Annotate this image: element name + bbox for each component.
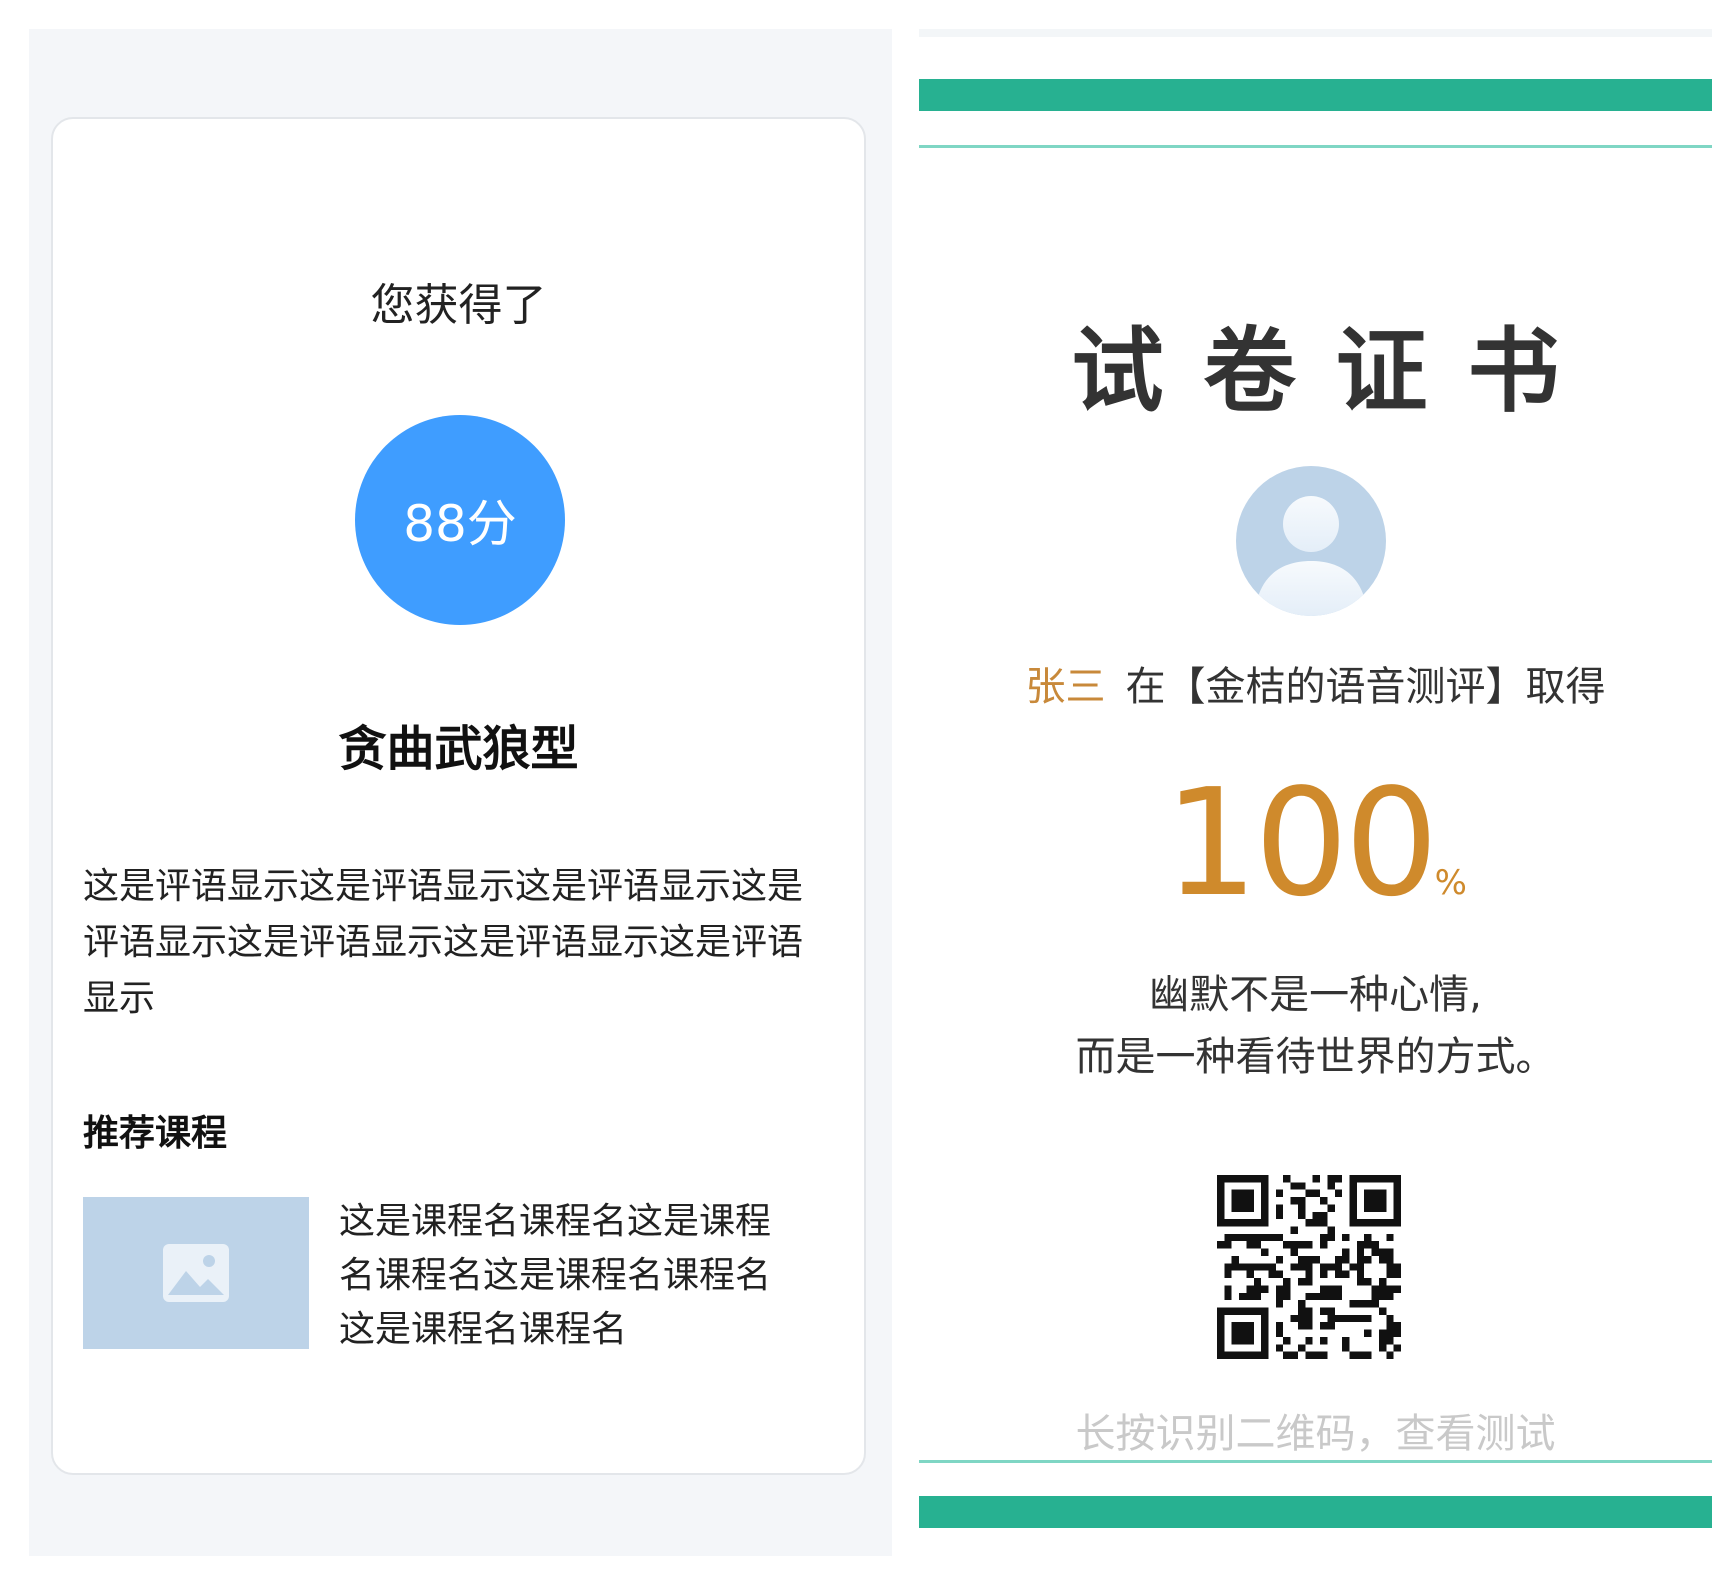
- comment-text: 这是评语显示这是评语显示这是评语显示这是评语显示这是评语显示这是评语显示这是评语…: [83, 866, 804, 1019]
- certificate-quote: 幽默不是一种心情, 而是一种看待世界的方式。: [919, 964, 1712, 1088]
- image-placeholder-icon: [163, 1244, 229, 1302]
- qr-code-icon[interactable]: [1217, 1175, 1401, 1359]
- course-name[interactable]: 这是课程名课程名这是课程名课程名这是课程名课程名这是课程名课程名: [339, 1195, 779, 1357]
- certificate-title: 试卷证书: [1071, 317, 1600, 425]
- course-thumbnail[interactable]: [83, 1197, 309, 1349]
- top-thin-stripe: [919, 145, 1712, 148]
- top-divider: [919, 29, 1712, 37]
- course-list-item[interactable]: 这是课程名课程名这是课程名课程名这是课程名课程名这是课程名课程名: [83, 1197, 843, 1357]
- quote-line-2: 而是一种看待世界的方式。: [1075, 1034, 1556, 1080]
- score-circle: 88分: [355, 415, 565, 625]
- qr-caption: 长按识别二维码，查看测试: [1075, 1411, 1556, 1457]
- recommend-courses-title: 推荐课程: [83, 1113, 228, 1154]
- bottom-thin-stripe: [919, 1460, 1712, 1463]
- bottom-green-stripe: [919, 1496, 1712, 1528]
- result-type-title: 贪曲武狼型: [338, 721, 579, 777]
- quote-line-1: 幽默不是一种心情,: [1149, 972, 1482, 1018]
- score-value: 88分: [403, 495, 517, 553]
- certificate-statement-text: 在【金桔的语音测评】取得: [1125, 664, 1606, 710]
- certificate-panel: 试卷证书 张三 在【金桔的语音测评】取得 100% 幽默不是一种心情, 而是一种看…: [919, 29, 1712, 1556]
- top-green-stripe: [919, 79, 1712, 111]
- user-avatar-icon: [1236, 466, 1386, 616]
- certificate-score: 100%: [919, 769, 1712, 917]
- recipient-name: 张三: [1025, 664, 1106, 710]
- result-panel: 您获得了 88分 贪曲武狼型 这是评语显示这是评语显示这是评语显示这是评语显示这…: [29, 29, 892, 1556]
- result-card: 您获得了 88分 贪曲武狼型 这是评语显示这是评语显示这是评语显示这是评语显示这…: [51, 117, 866, 1475]
- certificate-statement: 张三 在【金桔的语音测评】取得: [919, 654, 1712, 712]
- certificate-score-unit: %: [1434, 863, 1467, 903]
- result-heading: 您获得了: [370, 280, 547, 331]
- certificate-score-value: 100: [1164, 757, 1438, 929]
